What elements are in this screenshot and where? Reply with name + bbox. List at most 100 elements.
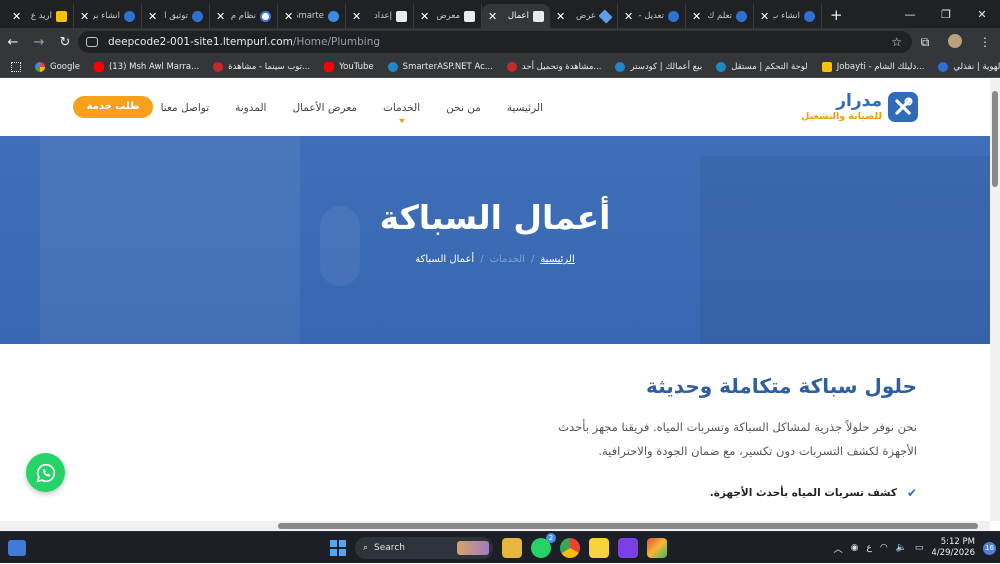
wifi-icon[interactable]: ◠ [880,543,888,553]
apps-button[interactable] [6,61,26,72]
paint-app-icon[interactable] [647,538,667,558]
bookmark-item[interactable]: مشاهدة وتحميل أحد... [502,61,607,72]
browser-tab[interactable]: توثيق ا ✕ [142,4,210,28]
bookmark-item[interactable]: Google [30,61,85,72]
close-window-icon[interactable]: ✕ [964,8,1000,21]
language-indicator[interactable]: ع [866,543,871,553]
browser-tab[interactable]: تعديل - ✕ [618,4,686,28]
url-host: deepcode2-001-site1.ltempurl.com [108,36,293,48]
widgets-icon[interactable] [8,540,26,556]
close-tab-icon[interactable]: ✕ [148,10,157,23]
menu-icon[interactable]: ⋮ [970,35,1000,49]
file-explorer-icon[interactable] [502,538,522,558]
mostaql-icon [716,61,727,72]
nav-about[interactable]: من نحن [446,102,481,114]
browser-tab[interactable]: تعلم ك ✕ [686,4,754,28]
browser-tab[interactable]: معرض ✕ [414,4,482,28]
scrollbar-thumb[interactable] [278,523,978,529]
close-tab-icon[interactable]: ✕ [80,10,89,23]
whatsapp-badge: 2 [546,533,556,543]
clock[interactable]: 5:12 PM 4/29/2026 [931,537,975,560]
browser-toolbar: ← → ↻ deepcode2-001-site1.ltempurl.com/H… [0,28,1000,56]
start-button[interactable] [330,540,346,556]
notification-badge[interactable]: 16 [983,541,996,555]
visual-studio-icon[interactable] [618,538,638,558]
browser-tab[interactable]: عرض ✕ [550,4,618,28]
new-tab-button[interactable]: + [822,4,851,28]
profile-avatar[interactable] [940,33,970,51]
bookmark-item[interactable]: بيع أعمالك | كودستر [610,61,707,72]
browser-tab[interactable]: انشاء بر ✕ [74,4,142,28]
web-page: مدرار للصيانة والتشغيل الرئيسية من نحن ا… [0,79,990,521]
chevron-up-icon[interactable]: ︿ [834,542,843,555]
close-tab-icon[interactable]: ✕ [760,10,769,23]
bookmark-item[interactable]: (13) Msh Awl Marra... [89,61,204,72]
close-tab-icon[interactable]: ✕ [12,10,21,23]
bookmark-item[interactable]: توب سينما - مشاهدة... [208,61,315,72]
close-tab-icon[interactable]: ✕ [420,10,429,23]
browser-tab[interactable]: اريد ع ✕ [6,4,74,28]
nav-blog[interactable]: المدونة [235,102,266,114]
breadcrumb-home[interactable]: الرئيسية [540,254,574,265]
battery-icon[interactable]: ▭ [915,543,924,553]
browser-tab[interactable]: إعداد ✕ [346,4,414,28]
windows-logo-pane [330,540,337,547]
minimize-icon[interactable]: — [892,8,928,21]
volume-icon[interactable]: 🔈 [896,543,907,553]
nav-contact[interactable]: تواصل معنا [161,102,210,114]
apps-grid-icon [11,61,21,72]
taskbar-search[interactable]: ⌕ Search [355,537,493,559]
bookmark-item[interactable]: SmarterASP.NET Ac... [383,61,498,72]
bookmark-item[interactable]: Jobayti - دليلك الشام... [817,61,930,72]
nav-services[interactable]: الخدمات [383,102,420,123]
bookmark-item[interactable]: توثيق الهوية | نفذلي [933,61,1000,72]
codester-icon [615,61,626,72]
logo-text: مدرار للصيانة والتشغيل [801,92,882,122]
browser-tab[interactable]: Smarte✕ [278,4,346,28]
request-service-button[interactable]: طلب خدمة [73,96,153,118]
whatsapp-button[interactable] [26,453,65,492]
nav-portfolio[interactable]: معرض الأعمال [292,102,357,114]
breadcrumb-current: أعمال السباكة [415,254,475,265]
close-tab-icon[interactable]: ✕ [352,10,361,23]
browser-tab[interactable]: انشاء ب ✕ [754,4,822,28]
site-favicon-icon [736,10,747,22]
extensions-icon[interactable]: ⧉ [910,35,940,50]
document-icon [396,10,407,22]
site-info-icon[interactable] [86,37,98,47]
tray-app-icon[interactable]: ◉ [851,543,859,553]
whatsapp-app-icon[interactable]: 2 [531,533,556,558]
chrome-icon[interactable] [560,538,580,558]
close-tab-icon[interactable]: ✕ [556,10,565,23]
address-bar[interactable]: deepcode2-001-site1.ltempurl.com/Home/Pl… [78,31,912,53]
close-tab-icon[interactable]: ✕ [488,10,497,23]
reload-icon[interactable]: ↻ [52,35,78,50]
bookmark-item[interactable]: لوحة التحكم | مستقل [711,61,813,72]
sticky-notes-icon[interactable] [589,538,609,558]
back-icon[interactable]: ← [0,35,26,50]
feature-text: كشف تسربات المياه بأحدث الأجهزة. [709,487,897,499]
search-icon: ⌕ [363,543,369,553]
red-site-icon [506,61,517,72]
close-tab-icon[interactable]: ✕ [692,10,701,23]
close-tab-icon[interactable]: ✕ [216,10,225,23]
vertical-scrollbar[interactable] [990,79,1000,521]
bookmark-star-icon[interactable]: ☆ [891,35,902,49]
site-logo[interactable]: مدرار للصيانة والتشغيل [801,92,918,122]
site-favicon-icon [124,10,135,22]
browser-tab-active[interactable]: أعمال ✕ [482,4,550,28]
bookmark-item[interactable]: YouTube [319,61,379,72]
close-tab-icon[interactable]: ✕ [284,10,293,23]
nav-home[interactable]: الرئيسية [507,102,543,114]
breadcrumb-services[interactable]: الخدمات [490,254,525,265]
restore-icon[interactable]: ❐ [928,8,964,21]
avatar [948,33,962,48]
horizontal-scrollbar[interactable] [0,521,990,531]
tools-icon [888,92,918,122]
site-favicon-icon [938,61,949,72]
close-tab-icon[interactable]: ✕ [624,10,633,23]
windows-logo-pane [339,540,346,547]
forward-icon[interactable]: → [26,35,52,50]
browser-tab[interactable]: نظام م ✕ [210,4,278,28]
scrollbar-thumb[interactable] [992,91,998,187]
